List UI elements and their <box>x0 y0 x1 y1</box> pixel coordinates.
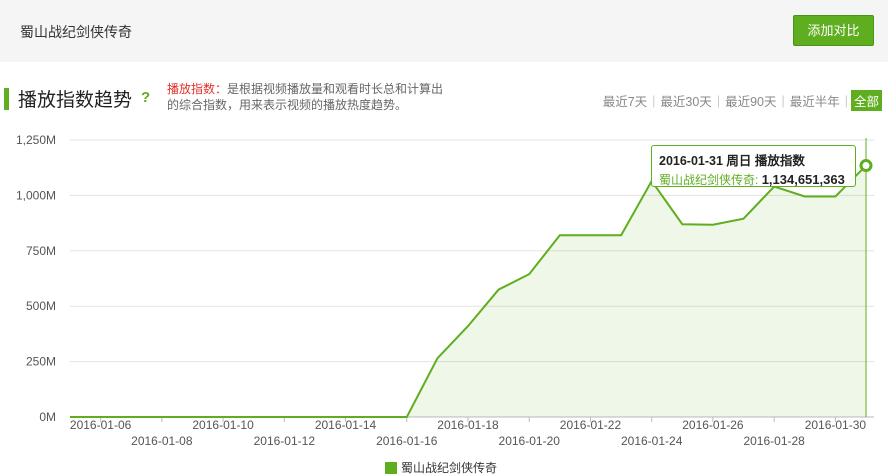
tooltip-value: 1,134,651,363 <box>761 172 845 187</box>
y-tick-label: 1,000M <box>16 188 56 202</box>
chart-legend[interactable]: 蜀山战纪剑侠传奇 <box>385 459 497 476</box>
x-tick-label: 2016-01-22 <box>560 418 622 432</box>
x-tick-label: 2016-01-26 <box>682 418 744 432</box>
highlight-point <box>859 159 873 173</box>
legend-swatch <box>385 461 397 474</box>
y-tick-label: 0M <box>39 410 56 424</box>
x-tick-label: 2016-01-12 <box>254 434 316 448</box>
tooltip-header: 2016-01-31 周日 播放指数 <box>659 154 805 168</box>
x-tick-label: 2016-01-06 <box>70 418 132 432</box>
x-tick-label: 2016-01-28 <box>743 434 805 448</box>
y-tick-label: 1,250M <box>16 133 56 147</box>
y-tick-label: 750M <box>26 244 56 258</box>
x-tick-label: 2016-01-24 <box>621 434 683 448</box>
x-tick-label: 2016-01-18 <box>437 418 499 432</box>
x-tick-label: 2016-01-08 <box>131 434 193 448</box>
tooltip-series-label: 蜀山战纪剑侠传奇: <box>659 173 759 187</box>
x-tick-label: 2016-01-16 <box>376 434 438 448</box>
y-tick-label: 500M <box>26 299 56 313</box>
x-tick-label: 2016-01-30 <box>805 418 867 432</box>
play-index-chart: 0M 250M 500M 750M 1,000M 1,250M 2016-01-06 2016… <box>16 133 874 448</box>
x-tick-label: 2016-01-10 <box>192 418 254 432</box>
y-tick-label: 250M <box>26 355 56 369</box>
x-tick-label: 2016-01-14 <box>315 418 377 432</box>
tooltip-line: 蜀山战纪剑侠传奇: 1,134,651,363 <box>659 171 848 188</box>
series-area <box>70 165 866 417</box>
legend-label: 蜀山战纪剑侠传奇 <box>401 461 498 475</box>
chart-tooltip: 2016-01-31 周日 播放指数 蜀山战纪剑侠传奇: 1,134,651,3… <box>651 145 856 187</box>
x-tick-label: 2016-01-20 <box>499 434 561 448</box>
